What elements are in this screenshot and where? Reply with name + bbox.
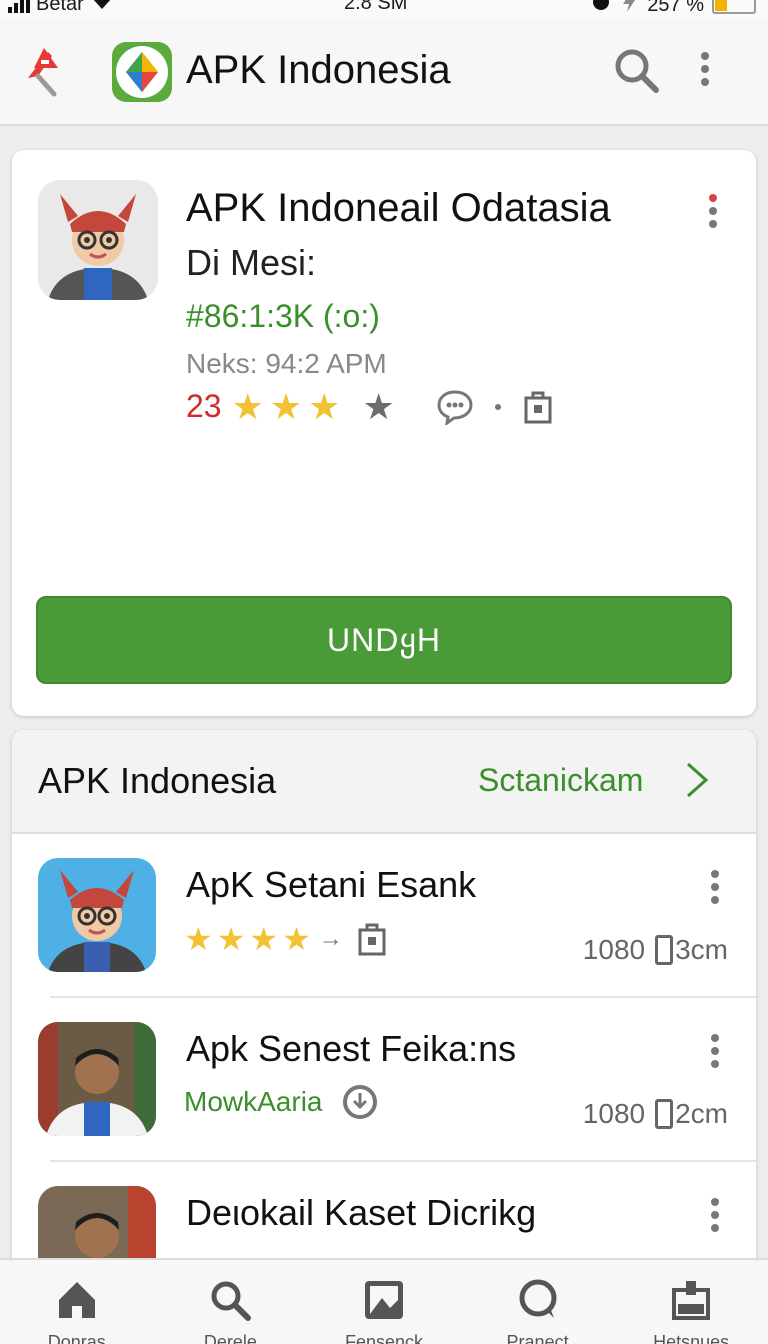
app-title: Deιokail Kaset Dicrikg [186, 1192, 537, 1233]
image-icon [364, 1281, 403, 1319]
star-filled-icon: ★ [231, 385, 264, 427]
star-filled-icon: ★ [184, 921, 213, 957]
overflow-menu-button[interactable] [700, 52, 730, 96]
section-header: APK Indonesia Sctanickam [12, 730, 756, 834]
chat-bubble-icon [519, 1279, 557, 1318]
app-developer: MowkAaria [184, 1086, 323, 1117]
featured-more-button[interactable] [708, 194, 718, 228]
nav-label: Pranect [506, 1332, 569, 1344]
app-title: Apk Senest Feika:ns [186, 1028, 517, 1069]
app-bar: APK Indonesia [0, 18, 768, 126]
star-filled-icon: ★ [216, 921, 246, 957]
bottom-navigation: Donras Derele Fensenck Pranect Hetsnues [0, 1258, 768, 1344]
more-vertical-icon [700, 52, 710, 86]
more-vertical-icon [708, 194, 718, 228]
clock: 2:8 SM [344, 0, 408, 14]
nav-item-gallery[interactable]: Fensenck [307, 1260, 461, 1344]
search-button[interactable] [612, 46, 662, 96]
app-rating-row: ★ ★ ★ ★ → [184, 922, 387, 956]
see-all-link[interactable]: Sctanickam [478, 762, 643, 799]
list-item[interactable]: Apk Senest Feika:ns MowkAaria 1080 2cm [12, 998, 756, 1162]
app-developer-row: MowkAaria [184, 1084, 378, 1120]
battery-icon [712, 0, 756, 14]
featured-app-id: #86:1:3K (:o:) [186, 298, 380, 334]
app-icon [38, 1022, 156, 1136]
app-title: ApK Setani Esank [186, 864, 477, 905]
nav-label: Hetsnues [653, 1332, 730, 1344]
featured-app-icon [38, 180, 158, 300]
star-filled-icon: ★ [282, 921, 311, 957]
app-size-number: 1080 [582, 934, 646, 965]
battery-percent: 257 % [647, 0, 704, 16]
featured-app-time: Neks: 94:2 APM [186, 348, 387, 379]
item-more-button[interactable] [710, 1034, 720, 1068]
app-size-unit: 2cm [675, 1098, 728, 1129]
section-title: APK Indonesia [38, 760, 277, 801]
carrier-label: Betar [36, 0, 84, 15]
charging-icon [619, 0, 639, 18]
chevron-right-icon[interactable] [682, 760, 712, 800]
nav-item-home[interactable]: Donras [0, 1260, 154, 1344]
bag-icon [358, 923, 386, 956]
nav-item-updates[interactable]: Hetsnues [614, 1260, 768, 1344]
app-meta: 1080 3cm [583, 934, 728, 966]
app-title: APK Indonesia [186, 48, 451, 92]
phone-icon [655, 1099, 674, 1129]
app-meta: 1080 2cm [583, 1098, 728, 1130]
status-bar: Betar 2:8 SM 257 % [0, 0, 768, 18]
bag-icon [672, 1281, 711, 1320]
app-logo-icon [112, 42, 172, 102]
wifi-icon [90, 0, 114, 16]
back-button[interactable] [24, 42, 72, 98]
star-filled-icon: ★ [308, 385, 341, 427]
more-vertical-icon [710, 1198, 720, 1232]
alarm-icon [591, 0, 611, 18]
nav-label: Donras [47, 1332, 106, 1344]
comment-icon[interactable] [437, 389, 473, 425]
download-button[interactable]: UNDყH [36, 596, 732, 684]
nav-label: Fensenck [344, 1332, 423, 1344]
signal-icon [8, 0, 30, 13]
nav-item-messages[interactable]: Pranect [461, 1260, 615, 1344]
featured-app-title: APK Indoneail Odatasia [186, 186, 611, 230]
featured-app-card[interactable]: APK Indoneail Odatasia Di Mesi: #86:1:3K… [12, 150, 756, 716]
rating-number: 23 [186, 388, 222, 424]
phone-icon [655, 935, 674, 965]
nav-label: Derele [203, 1332, 257, 1344]
separator-dot [494, 403, 501, 410]
app-list-section: APK Indonesia Sctanickam ApK Setani Esan… [12, 730, 756, 1270]
search-icon [211, 1281, 252, 1321]
star-filled-icon: ★ [249, 921, 279, 957]
bag-icon[interactable] [523, 390, 553, 424]
more-vertical-icon [710, 870, 720, 904]
list-item[interactable]: ApK Setani Esank ★ ★ ★ ★ → 1080 3cm [12, 834, 756, 998]
download-circle-icon[interactable] [342, 1084, 378, 1120]
featured-rating-row: 23 ★ ★ ★ ★ [186, 388, 553, 425]
star-filled-icon: ★ [269, 385, 303, 427]
app-icon [38, 858, 156, 972]
more-vertical-icon [710, 1034, 720, 1068]
nav-item-search[interactable]: Derele [154, 1260, 308, 1344]
star-empty-icon: ★ [362, 385, 395, 427]
home-icon [58, 1282, 95, 1318]
list-item[interactable]: Deιokail Kaset Dicrikg [12, 1162, 756, 1270]
item-more-button[interactable] [710, 870, 720, 904]
featured-app-subtitle: Di Mesi: [186, 242, 317, 283]
app-size-number: 1080 [582, 1098, 646, 1129]
app-size-unit: 3cm [675, 934, 728, 965]
arrow-right-icon: → [318, 925, 343, 952]
item-more-button[interactable] [710, 1198, 720, 1232]
